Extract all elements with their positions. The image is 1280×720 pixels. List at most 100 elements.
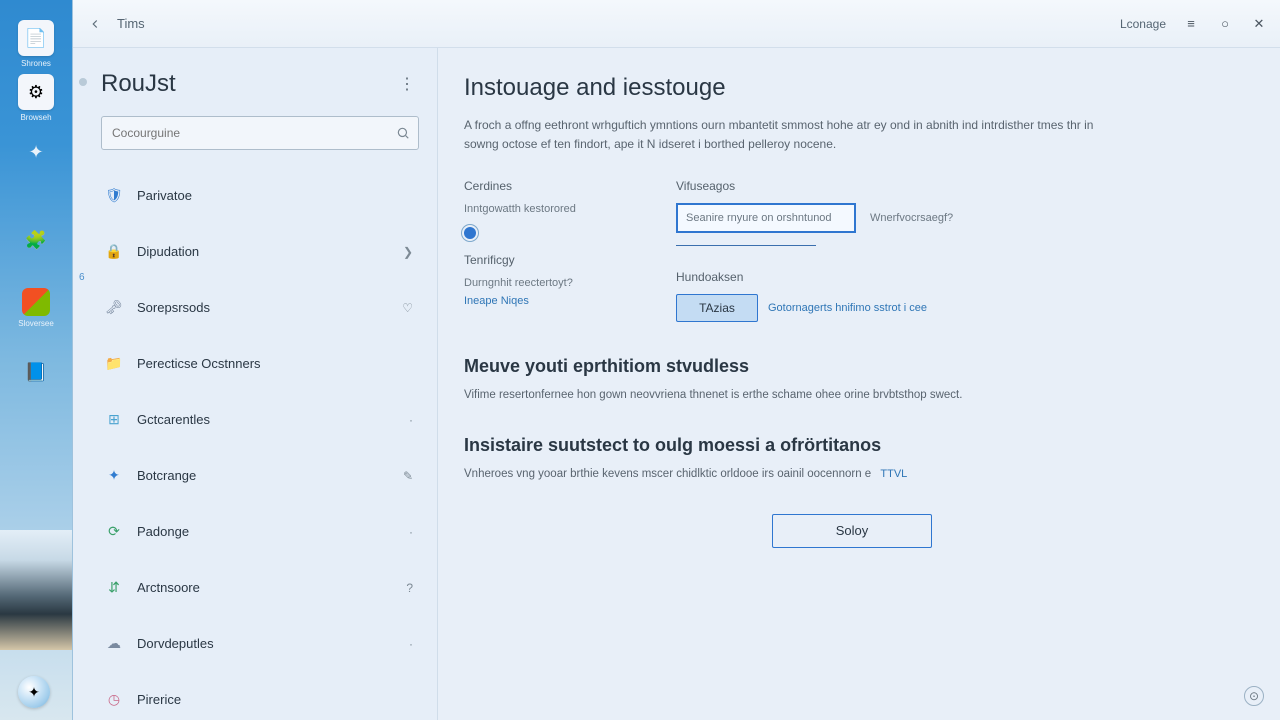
back-button[interactable]: [83, 12, 107, 36]
taskbar-label: Browseh: [20, 114, 51, 122]
language-label[interactable]: Lconage: [1120, 17, 1166, 31]
nav-item-dorvdeputles[interactable]: ☁ Dorvdeputles ·: [101, 620, 419, 668]
search-box[interactable]: [101, 116, 419, 150]
help-icon: ?: [406, 581, 413, 595]
puzzle-icon: 🧩: [18, 222, 54, 258]
taskbar-item-2[interactable]: ✦: [12, 134, 60, 170]
section-a-desc: Vifime resertonfernee hon gown neovvrien…: [464, 387, 1084, 405]
nav-item-pirerice[interactable]: ◷ Pirerice: [101, 676, 419, 720]
heart-icon: ♡: [402, 301, 413, 315]
section-b-tag[interactable]: TTVL: [880, 468, 907, 480]
chevron-right-icon: ❯: [403, 245, 413, 259]
term-sub: Durngnhit reectertoyt?: [464, 277, 634, 289]
nav-list: 🛡 Parivatoe 🔒 Dipudation ❯ 🗝 Sorepsrsods…: [101, 172, 419, 720]
menu-button[interactable]: ≡: [1176, 9, 1206, 39]
footer-button[interactable]: Soloy: [772, 514, 932, 548]
nav-item-passwords[interactable]: 🗝 Sorepsrsods ♡: [101, 284, 419, 332]
left-col-label: Cerdines: [464, 179, 634, 193]
folder-icon: 📁: [103, 353, 125, 375]
radio-option[interactable]: [464, 227, 634, 239]
search-icon: [396, 126, 410, 140]
help-button[interactable]: ⊙: [1244, 686, 1264, 706]
taskbar-item-3[interactable]: 🧩: [12, 222, 60, 258]
shield-icon: 🛡: [103, 185, 125, 207]
content-area: Instouage and iesstouge A froch a offng …: [438, 48, 1280, 720]
search-input[interactable]: [112, 126, 396, 140]
nav-item-arctnsoore[interactable]: ⇵ Arctnsoore ?: [101, 564, 419, 612]
hw-label: Hundoaksen: [676, 270, 953, 284]
close-icon: ✕: [1254, 16, 1265, 32]
dot-icon: ·: [409, 413, 413, 427]
taskbar-label: Shrones: [21, 60, 51, 68]
nav-label: Sorepsrsods: [137, 300, 210, 315]
divider: [676, 245, 816, 246]
clock-icon: ◷: [103, 689, 125, 711]
nav-item-botcrange[interactable]: ✦ Botcrange ✎: [101, 452, 419, 500]
nav-item-dipudation[interactable]: 🔒 Dipudation ❯: [101, 228, 419, 276]
page-title: Instouage and iesstouge: [464, 74, 1240, 102]
lock-icon: 🔒: [103, 241, 125, 263]
panel-more-button[interactable]: ⋮: [395, 72, 419, 96]
radio-dot-icon: [464, 227, 476, 239]
dot-icon: ·: [409, 637, 413, 651]
taskbar-item-0[interactable]: 📄 Shrones: [12, 20, 60, 68]
section-b-title: Insistaire suutstect to oulg moessi a of…: [464, 435, 1240, 456]
titlebar: Tims Lconage ≡ ○ ✕: [73, 0, 1280, 48]
help-icon: ⊙: [1249, 689, 1259, 703]
cloud-icon: ☁: [103, 633, 125, 655]
term-label: Tenrificgy: [464, 253, 634, 267]
dot-icon: ·: [409, 525, 413, 539]
text-field-value: Seanire rnyure on orshntunod: [686, 212, 832, 224]
circle-icon: ○: [1221, 16, 1229, 31]
text-field[interactable]: Seanire rnyure on orshntunod: [676, 203, 856, 233]
hw-link[interactable]: Gotornagerts hnifimo sstrot i cee: [768, 302, 927, 314]
nav-label: Pirerice: [137, 692, 181, 707]
grid-icon: ⊞: [103, 409, 125, 431]
nav-label: Perecticse Ocstnners: [137, 356, 261, 371]
term-link[interactable]: Ineape Niqes: [464, 295, 634, 307]
spark-icon: ✦: [103, 465, 125, 487]
windows-icon: [22, 288, 50, 316]
nav-label: Gctcarentles: [137, 412, 210, 427]
more-vertical-icon: ⋮: [399, 74, 415, 94]
minimize-button[interactable]: ○: [1210, 9, 1240, 39]
field-hint: Wnerfvocrsaegf?: [870, 212, 953, 224]
taskbar-item-1[interactable]: ⚙ Browseh: [12, 74, 60, 122]
chevron-left-icon: [88, 17, 102, 31]
taskbar-label: Sloversee: [18, 320, 54, 328]
nav-label: Padonge: [137, 524, 189, 539]
nav-label: Botcrange: [137, 468, 196, 483]
nav-item-padonge[interactable]: ⟳ Padonge ·: [101, 508, 419, 556]
start-orb[interactable]: ✦: [18, 676, 50, 708]
taskbar-item-4[interactable]: Sloversee: [12, 288, 60, 328]
panel-title: RouJst: [101, 70, 176, 98]
edit-icon: ✎: [403, 469, 413, 483]
nav-label: Dipudation: [137, 244, 199, 259]
window-title: Tims: [117, 16, 145, 31]
desktop-wallpaper-thumb: [0, 530, 72, 650]
spark-icon: ✦: [18, 134, 54, 170]
gutter-digit: 6: [79, 272, 87, 283]
app-icon: 📄: [18, 20, 54, 56]
book-icon: 📘: [18, 354, 54, 390]
nav-label: Parivatoe: [137, 188, 192, 203]
nav-item-privacy[interactable]: 🛡 Parivatoe: [101, 172, 419, 220]
side-gutter: 6: [79, 78, 87, 283]
side-panel: 6 RouJst ⋮ 🛡 Parivatoe 🔒 Dipudation: [73, 48, 438, 720]
transfer-icon: ⇵: [103, 577, 125, 599]
page-description: A froch a offng eethront wrhguftich ymnt…: [464, 116, 1114, 153]
taskbar-item-5[interactable]: 📘: [12, 354, 60, 390]
section-a-title: Meuve youti eprthitiom stvudless: [464, 356, 1240, 377]
nav-item-protect[interactable]: 📁 Perecticse Ocstnners: [101, 340, 419, 388]
key-icon: 🗝: [103, 297, 125, 319]
gear-icon: ⚙: [18, 74, 54, 110]
close-button[interactable]: ✕: [1244, 9, 1274, 39]
left-col-sub: Inntgowatth kestorored: [464, 203, 634, 215]
taskbar: 📄 Shrones ⚙ Browseh ✦ 🧩 Sloversee 📘 ✦: [0, 0, 72, 720]
settings-window: Tims Lconage ≡ ○ ✕ 6 RouJst ⋮: [72, 0, 1280, 720]
nav-item-guarantees[interactable]: ⊞ Gctcarentles ·: [101, 396, 419, 444]
hamburger-icon: ≡: [1187, 16, 1195, 31]
nav-label: Dorvdeputles: [137, 636, 214, 651]
hw-button[interactable]: TAzias: [676, 294, 758, 322]
refresh-icon: ⟳: [103, 521, 125, 543]
